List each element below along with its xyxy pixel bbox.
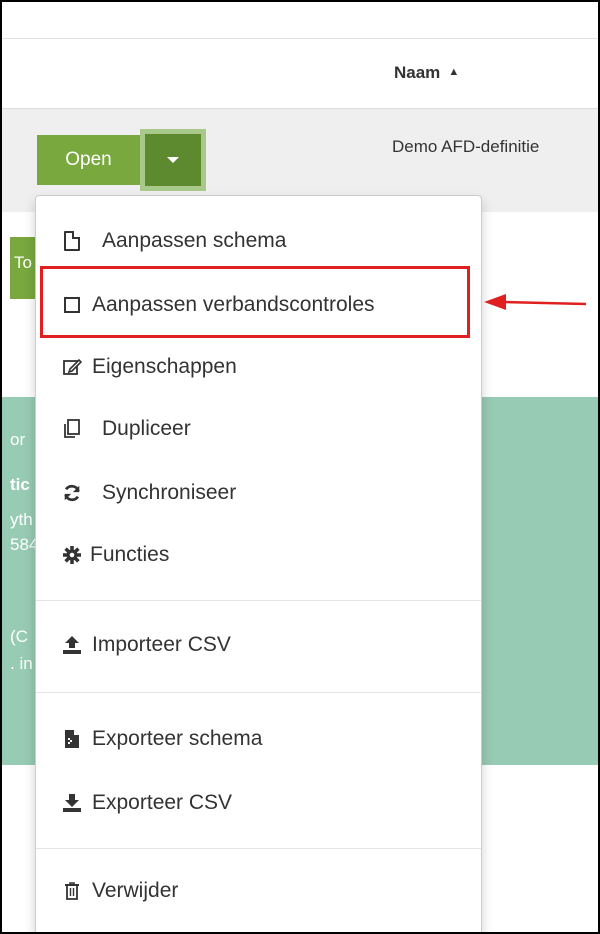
upload-icon [62, 634, 82, 656]
menu-item-label: Dupliceer [102, 417, 191, 440]
menu-item-exporteer-schema[interactable]: Exporteer schema [36, 714, 481, 764]
menu-item-label: Functies [90, 543, 170, 566]
column-header-label: Naam [394, 63, 441, 82]
edit-icon [62, 356, 82, 378]
menu-item-label: Verwijder [92, 879, 179, 902]
menu-divider [36, 692, 481, 693]
menu-item-aanpassen-schema[interactable]: Aanpassen schema [36, 216, 481, 266]
gear-icon [62, 544, 82, 566]
download-icon [62, 792, 82, 814]
table-header: Naam ▲ [2, 38, 598, 108]
menu-item-synchroniseer[interactable]: Synchroniseer [36, 468, 481, 518]
screenshot-frame: Naam ▲ Open Demo AFD-definitie To or tic … [0, 0, 600, 934]
column-header-naam[interactable]: Naam ▲ [394, 63, 459, 83]
background-text: (C [10, 627, 28, 646]
caret-down-icon [167, 157, 179, 163]
red-arrow-icon [484, 294, 587, 310]
menu-item-label: Exporteer CSV [92, 791, 233, 814]
open-button[interactable]: Open [37, 135, 140, 185]
sync-icon [62, 482, 82, 504]
file-icon [62, 230, 82, 252]
menu-item-label: Aanpassen schema [102, 229, 287, 252]
menu-item-functies[interactable]: Functies [36, 530, 481, 580]
menu-item-label: Importeer CSV [92, 633, 231, 656]
sort-asc-icon: ▲ [448, 66, 460, 78]
menu-item-dupliceer[interactable]: Dupliceer [36, 404, 481, 454]
menu-item-exporteer-csv[interactable]: Exporteer CSV [36, 778, 481, 828]
background-text: . in [10, 654, 33, 673]
row-name-cell: Demo AFD-definitie [392, 137, 540, 156]
file-export-icon [62, 728, 82, 750]
background-text: yth [10, 510, 33, 529]
copy-icon [62, 418, 82, 440]
highlight-box [40, 266, 470, 338]
menu-divider [36, 600, 481, 601]
menu-item-eigenschappen[interactable]: Eigenschappen [36, 342, 481, 392]
menu-item-label: Synchroniseer [102, 481, 237, 504]
menu-item-label: Eigenschappen [92, 355, 237, 378]
menu-item-label: Exporteer schema [92, 727, 263, 750]
dropdown-toggle-button[interactable] [140, 129, 206, 191]
background-text: tic [10, 475, 30, 494]
menu-divider [36, 848, 481, 849]
menu-item-verwijder[interactable]: Verwijder [36, 866, 481, 916]
background-text: or [10, 430, 26, 449]
menu-item-importeer-csv[interactable]: Importeer CSV [36, 620, 481, 670]
trash-icon [62, 880, 82, 902]
